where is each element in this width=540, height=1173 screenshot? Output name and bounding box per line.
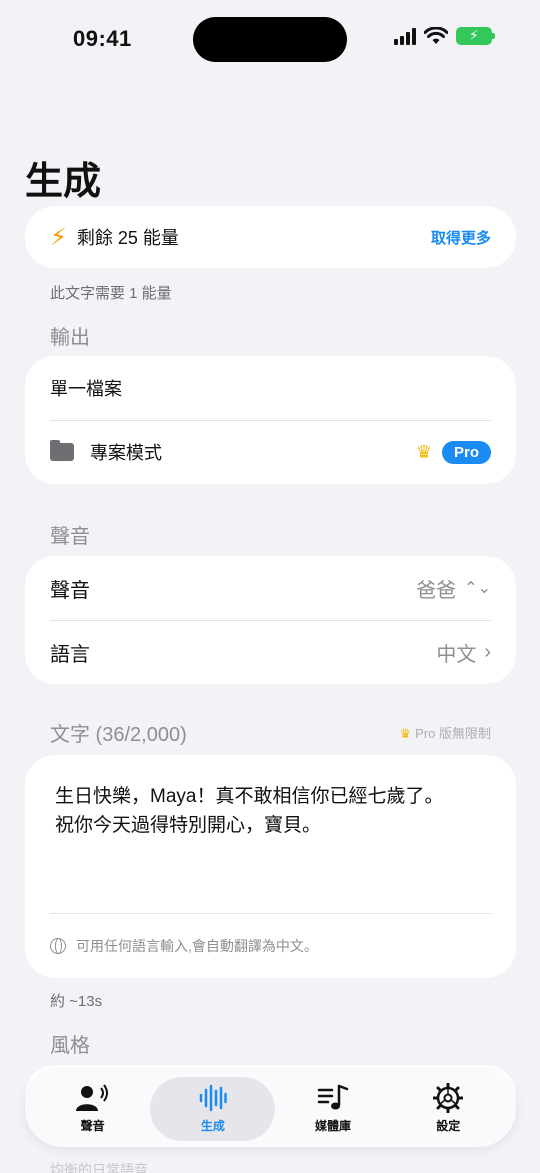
speaker-person-icon xyxy=(75,1083,110,1113)
tab-label: 聲音 xyxy=(80,1119,105,1133)
page-title: 生成 xyxy=(25,161,102,203)
style-section-label: 風格 xyxy=(50,1035,90,1057)
waveform-icon xyxy=(198,1083,228,1113)
voice-card: 聲音 爸爸 ⌃⌄ 語言 中文 › xyxy=(25,556,516,684)
energy-card: ⚡ 剩餘 25 能量 取得更多 xyxy=(25,206,516,268)
status-time: 09:41 xyxy=(73,26,132,51)
duration-estimate: 約 ~13s xyxy=(50,993,103,1010)
energy-cost-note: 此文字需要 1 能量 xyxy=(50,285,172,302)
music-list-icon xyxy=(317,1083,349,1113)
globe-icon xyxy=(50,938,66,954)
voice-picker-row[interactable]: 聲音 爸爸 ⌃⌄ xyxy=(25,556,516,620)
crown-icon: ♛ xyxy=(399,726,412,741)
wifi-icon xyxy=(424,27,448,44)
tab-generate[interactable]: 生成 xyxy=(150,1076,276,1141)
status-bar: 09:41 ⚡ xyxy=(0,0,540,80)
gear-icon xyxy=(433,1083,464,1113)
dynamic-island xyxy=(193,17,347,62)
output-card: 單一檔案 專案模式 ♛ Pro xyxy=(25,356,516,484)
text-section-header: 文字 (36/2,000) ♛ Pro 版無限制 xyxy=(50,718,491,747)
folder-icon xyxy=(50,440,74,461)
lightning-icon: ⚡ xyxy=(50,223,67,251)
pro-badge: Pro xyxy=(441,440,491,464)
tab-voices[interactable]: 聲音 xyxy=(35,1077,150,1141)
chevron-updown-icon: ⌃⌄ xyxy=(464,580,491,597)
energy-remaining: 剩餘 25 能量 xyxy=(76,228,179,248)
language-value: 中文 xyxy=(436,643,477,666)
text-input[interactable]: 生日快樂，Maya！真不敢相信你已經七歲了。 祝你今天過得特別開心，寶貝。 xyxy=(25,755,516,913)
tab-label: 生成 xyxy=(200,1119,225,1133)
get-more-link[interactable]: 取得更多 xyxy=(431,227,491,248)
chevron-right-icon: › xyxy=(484,640,491,663)
text-card: 生日快樂，Maya！真不敢相信你已經七歲了。 祝你今天過得特別開心，寶貝。 可用… xyxy=(25,755,516,978)
project-mode-label: 專案模式 xyxy=(90,443,162,463)
tab-label: 設定 xyxy=(436,1119,461,1133)
status-icons: ⚡ xyxy=(394,27,495,45)
language-label: 語言 xyxy=(50,643,90,666)
translate-hint: 可用任何語言輸入,會自動翻譯為中文。 xyxy=(25,914,516,978)
tab-settings[interactable]: 設定 xyxy=(391,1077,506,1141)
voice-label: 聲音 xyxy=(50,579,90,602)
voice-value: 爸爸 xyxy=(416,579,457,602)
single-file-label: 單一檔案 xyxy=(50,379,122,399)
project-mode-option[interactable]: 專案模式 ♛ Pro xyxy=(25,420,516,484)
cellular-signal-icon xyxy=(394,27,416,45)
tab-label: 媒體庫 xyxy=(314,1119,351,1133)
text-section-label: 文字 (36/2,000) xyxy=(50,724,187,746)
pro-unlimited-note: ♛ Pro 版無限制 xyxy=(399,726,492,741)
battery-charging-icon: ⚡ xyxy=(456,27,495,45)
language-picker-row[interactable]: 語言 中文 › xyxy=(25,620,516,684)
translate-hint-text: 可用任何語言輸入,會自動翻譯為中文。 xyxy=(76,938,318,954)
tab-library[interactable]: 媒體庫 xyxy=(275,1077,390,1141)
output-section-label: 輸出 xyxy=(50,327,90,349)
tab-bar: 聲音 生成 媒體庫 設定 xyxy=(25,1070,516,1147)
single-file-option[interactable]: 單一檔案 xyxy=(25,356,516,420)
voice-section-label: 聲音 xyxy=(50,526,90,548)
style-description: 均衡的日常語音 xyxy=(50,1162,148,1173)
crown-icon: ♛ xyxy=(415,441,432,462)
